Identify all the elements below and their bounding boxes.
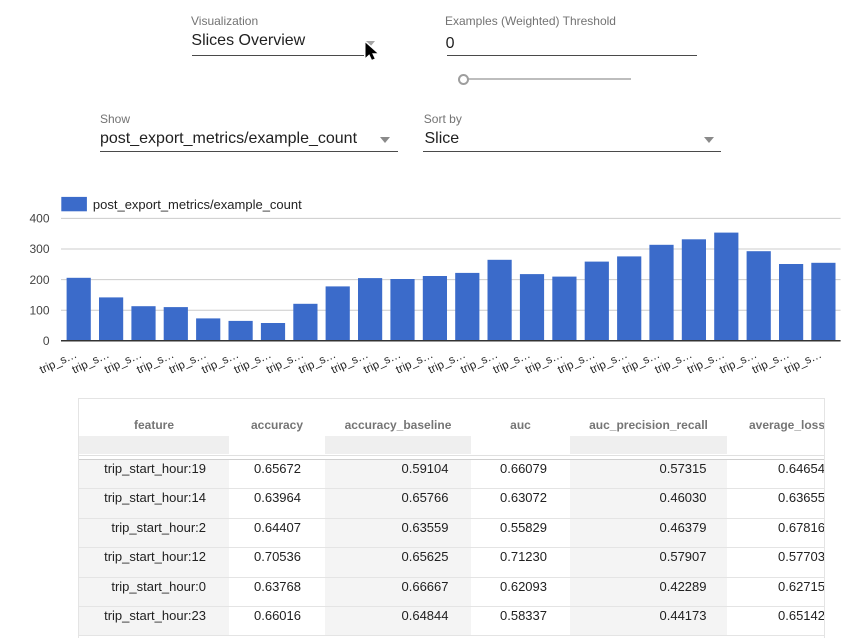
svg-text:0: 0	[43, 334, 50, 348]
svg-text:200: 200	[29, 273, 49, 287]
svg-text:post_export_metrics/example_co: post_export_metrics/example_count	[93, 197, 302, 212]
svg-text:trip_s…: trip_s…	[783, 349, 824, 377]
svg-text:100: 100	[29, 303, 49, 317]
svg-text:400: 400	[29, 212, 49, 226]
svg-text:300: 300	[29, 242, 49, 256]
